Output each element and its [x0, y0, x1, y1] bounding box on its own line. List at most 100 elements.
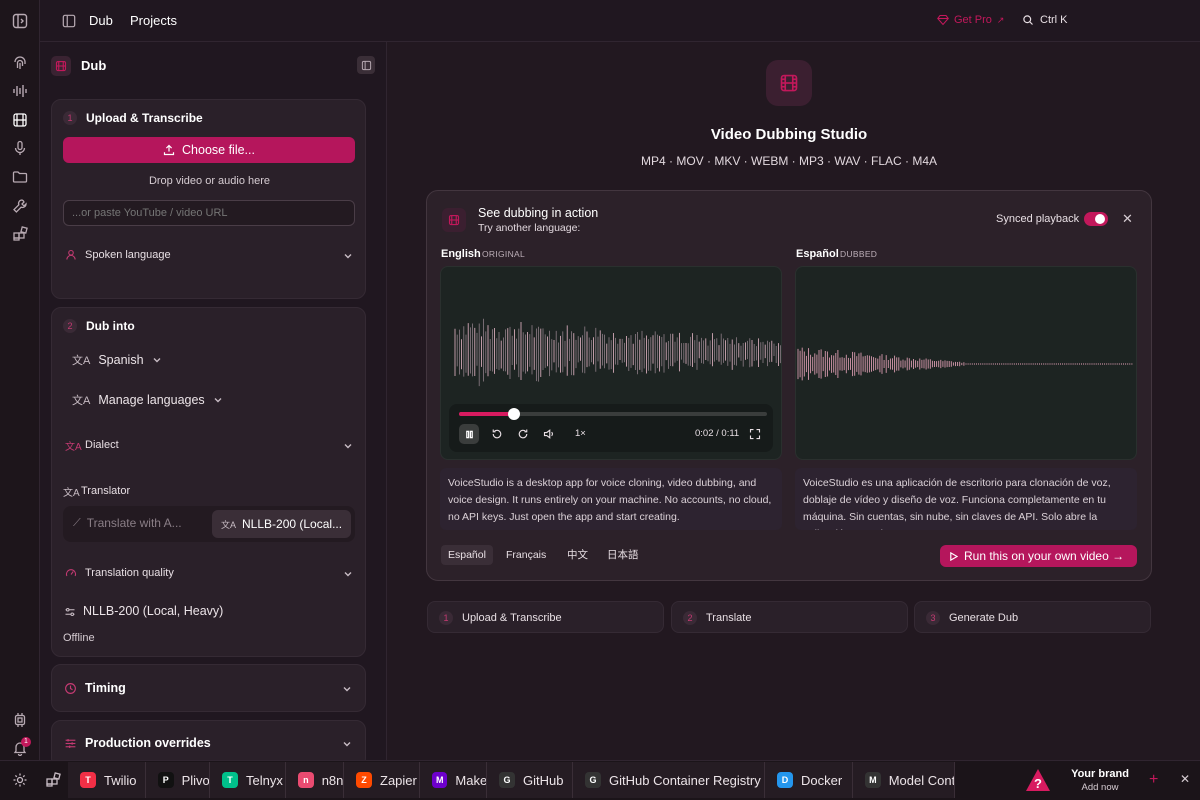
translate-icon: 文A	[72, 395, 91, 407]
integration-n8n[interactable]: n n8n	[286, 762, 344, 798]
close-icon[interactable]: ✕	[1122, 211, 1133, 227]
translator-option-nllb[interactable]: 文A NLLB-200 (Local...	[212, 510, 351, 538]
search-button[interactable]: Ctrl K	[1022, 14, 1068, 26]
tab-lang-zh[interactable]: 中文	[560, 545, 595, 565]
original-video-preview[interactable]: 1× 0:02 / 0:11	[440, 266, 782, 460]
integrations-icon[interactable]	[45, 772, 61, 788]
integration-zapier[interactable]: Z Zapier	[344, 762, 420, 798]
original-lang: English	[441, 248, 481, 260]
bell-icon[interactable]: 1	[12, 737, 31, 756]
manage-languages-button[interactable]: 文A Manage languages	[72, 392, 223, 408]
upload-icon	[163, 144, 175, 156]
wrench-icon[interactable]	[12, 198, 28, 214]
dialect-row[interactable]: 文A Dialect	[63, 438, 355, 454]
production-overrides-card[interactable]: Production overrides	[51, 720, 366, 760]
playback-progress[interactable]	[459, 408, 767, 420]
translate-icon: 文A	[63, 488, 80, 499]
manage-languages-label: Manage languages	[98, 393, 205, 407]
panel-toggle-icon[interactable]	[62, 14, 76, 28]
tab-lang-fr[interactable]: Français	[499, 545, 553, 565]
integration-docker[interactable]: D Docker	[765, 762, 853, 798]
pause-button[interactable]	[459, 424, 479, 444]
tab-lang-ja[interactable]: 日本語	[600, 545, 646, 565]
twilio-icon: T	[80, 772, 96, 788]
sparkle-icon: ⟋	[73, 516, 81, 529]
dubbed-video-preview[interactable]	[795, 266, 1137, 460]
chevron-down-icon	[153, 358, 161, 363]
integration-label: Telnyx	[246, 772, 283, 788]
hero-film-icon	[766, 60, 812, 106]
add-brand-icon[interactable]: +	[1149, 771, 1158, 789]
synced-playback-toggle[interactable]	[1084, 212, 1108, 226]
github-icon: G	[585, 772, 601, 788]
svg-text:?: ?	[1034, 776, 1042, 791]
brand-slot[interactable]: ? Your brand Add now +	[1015, 762, 1170, 798]
folder-icon[interactable]	[12, 169, 28, 185]
integration-label: Plivo	[181, 772, 209, 788]
integration-label: n8n	[321, 772, 343, 788]
step-label: Generate Dub	[949, 612, 1019, 624]
spoken-language-row[interactable]: Spoken language	[63, 248, 355, 264]
demo-title: See dubbing in action	[478, 206, 599, 220]
chip-icon[interactable]	[12, 712, 28, 728]
integration-model-cont[interactable]: M Model Cont	[853, 762, 955, 798]
tab-dub[interactable]: Dub	[89, 13, 113, 28]
rewind-icon[interactable]	[491, 428, 503, 440]
translator-option-ai[interactable]: ⟋ Translate with A...	[73, 516, 182, 530]
playback-time: 0:02 / 0:11	[695, 428, 740, 439]
integration-label: Twilio	[104, 772, 137, 788]
step-upload-transcribe: 1 Upload & Transcribe	[427, 601, 664, 633]
collapse-panel-button[interactable]	[357, 56, 375, 74]
translation-quality-row[interactable]: Translation quality	[63, 566, 355, 582]
sliders-icon	[65, 607, 75, 617]
step-label: Upload & Transcribe	[462, 612, 562, 624]
waveform-icon[interactable]	[12, 83, 28, 99]
sidebar-toggle-icon[interactable]	[12, 13, 28, 29]
blocks-icon[interactable]	[12, 226, 28, 242]
volume-icon[interactable]	[543, 428, 555, 440]
gauge-icon	[65, 569, 77, 577]
integration-telnyx[interactable]: T Telnyx	[210, 762, 286, 798]
run-on-own-video-button[interactable]: Run this on your own video →	[940, 545, 1137, 567]
microphone-icon[interactable]	[12, 140, 28, 156]
playback-speed[interactable]: 1×	[575, 428, 586, 439]
choose-file-label: Choose file...	[182, 143, 255, 157]
choose-file-button[interactable]: Choose file...	[63, 137, 355, 163]
film-icon[interactable]	[12, 112, 28, 128]
integration-label: Docker	[801, 772, 843, 788]
integration-github[interactable]: G GitHub	[487, 762, 573, 798]
video-url-input[interactable]	[63, 200, 355, 226]
dialect-label: Dialect	[85, 439, 119, 451]
dub-into-title: Dub into	[86, 319, 135, 333]
brand-sub: Add now	[1081, 782, 1119, 793]
demo-subtitle: Try another language:	[478, 222, 581, 234]
gem-icon	[937, 14, 949, 26]
settings-icon[interactable]	[12, 772, 28, 788]
integration-github-container-registry[interactable]: G GitHub Container Registry	[573, 762, 765, 798]
close-bar-icon[interactable]: ✕	[1180, 772, 1190, 786]
chevron-down-icon	[343, 742, 351, 747]
integration-make[interactable]: M Make	[420, 762, 487, 798]
translation-quality-value: NLLB-200 (Local, Heavy)	[83, 604, 224, 618]
original-tag: ORIGINAL	[482, 249, 526, 259]
tab-lang-es[interactable]: Español	[441, 545, 493, 565]
player-controls: 1× 0:02 / 0:11	[449, 404, 773, 452]
playback-scrubber[interactable]	[508, 408, 521, 420]
forward-icon[interactable]	[517, 428, 529, 440]
tab-projects[interactable]: Projects	[130, 13, 177, 28]
fingerprint-icon[interactable]	[12, 55, 28, 71]
target-language-select[interactable]: 文A Spanish	[72, 352, 162, 368]
timing-card[interactable]: Timing	[51, 664, 366, 712]
integration-twilio[interactable]: T Twilio	[68, 762, 146, 798]
step-translate: 2 Translate	[671, 601, 908, 633]
target-language-value: Spanish	[98, 353, 144, 367]
upload-card: 1 Upload & Transcribe Choose file... Dro…	[51, 99, 366, 299]
get-pro-button[interactable]: Get Pro ↗	[937, 14, 1004, 26]
list-settings-icon	[65, 739, 76, 748]
person-icon	[66, 249, 76, 260]
fullscreen-icon[interactable]	[749, 428, 761, 440]
zapier-icon: Z	[356, 772, 372, 788]
github-icon: G	[499, 772, 515, 788]
translator-option-nllb-label: NLLB-200 (Local...	[242, 517, 343, 531]
integration-plivo[interactable]: P Plivo	[146, 762, 210, 798]
